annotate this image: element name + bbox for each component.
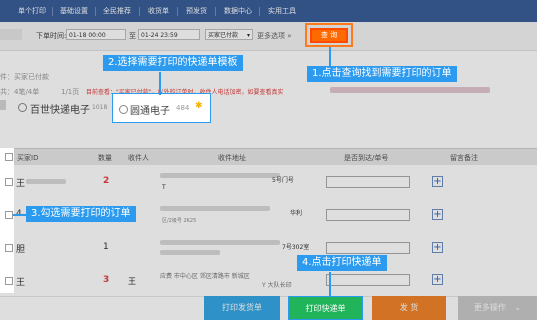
nav-separator: [259, 7, 260, 16]
add-remark-icon[interactable]: +: [432, 242, 443, 253]
step1-callout: 1.点击查询找到需要打印的订单: [307, 66, 457, 82]
address-line: T: [162, 184, 166, 191]
row-checkbox-highlighted[interactable]: [5, 244, 13, 252]
row-checkbox-highlighted[interactable]: [5, 178, 13, 186]
template-label-yuantong: 圆通电子: [130, 106, 170, 117]
order-count: 共：4笔/4单: [0, 88, 40, 96]
date-start-input[interactable]: 01-18 00:00: [66, 29, 126, 40]
quantity: 2: [103, 176, 110, 186]
template-radio-yuantong[interactable]: [119, 105, 128, 114]
print-express-button[interactable]: 打印快递单: [288, 296, 363, 320]
quantity: 1: [103, 242, 109, 252]
express-no-input[interactable]: [326, 209, 410, 221]
table-row: 胆 1 7号302室 +: [0, 231, 537, 265]
nav-tab-basic-settings[interactable]: 基础设置: [60, 6, 88, 16]
row-checkbox-highlighted[interactable]: [5, 277, 13, 285]
nav-separator: [139, 7, 140, 16]
template-popup: 圆通电子 484 ✱: [112, 93, 211, 123]
blurred-text: [160, 206, 270, 211]
more-conditions-link[interactable]: 更多选项 »: [257, 31, 292, 41]
row-checkbox-highlighted[interactable]: [5, 211, 13, 219]
order-time-label: 下单时间:: [36, 32, 67, 40]
page-indicator: 1/1页: [61, 88, 80, 96]
template-count-baishi: 1018: [92, 104, 108, 111]
date-end-input[interactable]: 01-24 23:59: [138, 29, 200, 40]
step2-callout: 2.选择需要打印的快递单模板: [103, 55, 243, 71]
add-remark-icon[interactable]: +: [432, 209, 443, 220]
table-row: 王 3 王 应费 市中心区 郊区清路市 新城区 Y 大队长印 +: [0, 264, 537, 297]
arrow-step4: [329, 272, 331, 297]
add-remark-icon[interactable]: +: [432, 176, 443, 187]
address-line: 7号302室: [282, 244, 310, 251]
col-receiver: 收件人: [128, 154, 149, 162]
status-select-value: 买家已付款: [208, 32, 239, 39]
chevron-down-icon: ▾: [246, 32, 250, 39]
nav-tab-single-print[interactable]: 单个打印: [18, 6, 46, 16]
add-remark-icon[interactable]: +: [432, 274, 443, 285]
nav-tab-receipt[interactable]: 收货单: [148, 6, 169, 16]
status-info-line: 件：买家已付款: [0, 73, 49, 81]
blurred-text: [26, 179, 66, 184]
table-header: 买家ID 数量 收件人 收件地址 是否到达/单号 留言备注: [0, 148, 537, 166]
arrow-step1: [329, 47, 331, 67]
nav-tab-recommend[interactable]: 全民推荐: [103, 6, 131, 16]
address-line: 应费 市中心区 郊区清路市 新城区: [160, 273, 250, 280]
buyer-id: 王: [16, 179, 26, 189]
receiver-name: 王: [128, 277, 136, 286]
table-row: 王 2 T 5号门号 +: [0, 165, 537, 199]
step3-callout: 3.勾选需要打印的订单: [26, 206, 136, 222]
quantity: 3: [103, 275, 110, 285]
nav-tab-tools[interactable]: 实用工具: [268, 6, 296, 16]
print-invoice-button[interactable]: 打印发货单: [204, 296, 280, 320]
buyer-id: 王: [16, 278, 26, 288]
express-no-input[interactable]: [326, 176, 410, 188]
checkbox-column-highlight: [0, 148, 14, 293]
buyer-id: 胆: [16, 245, 26, 255]
more-actions-button[interactable]: 更多操作 ⌄: [458, 296, 537, 320]
col-address: 收件地址: [218, 154, 246, 162]
nav-separator: [52, 7, 53, 16]
blurred-field: [0, 100, 6, 110]
select-all-checkbox-highlighted[interactable]: [5, 153, 13, 161]
blurred-text: [330, 87, 490, 93]
more-actions-label: 更多操作: [473, 303, 506, 312]
nav-separator: [95, 7, 96, 16]
step4-callout: 4.点击打印快递单: [297, 255, 387, 271]
express-no-input[interactable]: [326, 242, 410, 254]
status-select[interactable]: 买家已付款 ▾: [205, 29, 253, 40]
nav-tab-data-center[interactable]: 数据中心: [224, 6, 252, 16]
arrow-step3: [13, 214, 26, 216]
address-line: 区/2级号 2K25: [162, 218, 197, 224]
arrow-step2: [159, 72, 161, 95]
address-line: 5号门号: [272, 177, 294, 184]
blurred-text: [160, 250, 220, 255]
template-radio-baishi[interactable]: [18, 103, 27, 112]
star-icon[interactable]: ✱: [195, 101, 203, 111]
blurred-field: [0, 29, 22, 40]
col-buyer: 买家ID: [17, 154, 39, 162]
ship-button[interactable]: 发 货: [372, 296, 446, 320]
nav-separator: [177, 7, 178, 16]
blurred-text: [160, 240, 280, 245]
nav-separator: [215, 7, 216, 16]
address-line: 华利: [290, 210, 303, 217]
template-label-baishi: 百世快递电子: [30, 105, 90, 116]
nav-tab-pre-ship[interactable]: 预发货: [186, 6, 207, 16]
col-remark: 留言备注: [450, 154, 478, 162]
express-no-input[interactable]: [326, 274, 410, 286]
col-qty: 数量: [98, 154, 112, 162]
blurred-text: [160, 173, 280, 178]
template-count-yuantong: 484: [176, 104, 190, 112]
col-express-no: 是否到达/单号: [344, 154, 389, 162]
date-separator: 至: [129, 32, 136, 40]
chevron-down-icon: ⌄: [514, 303, 522, 312]
address-line: Y 大队长印: [262, 282, 292, 289]
query-button-highlighted[interactable]: 查 询: [310, 28, 348, 43]
top-nav: 单个打印 基础设置 全民推荐 收货单 预发货 数据中心 实用工具: [0, 0, 537, 22]
